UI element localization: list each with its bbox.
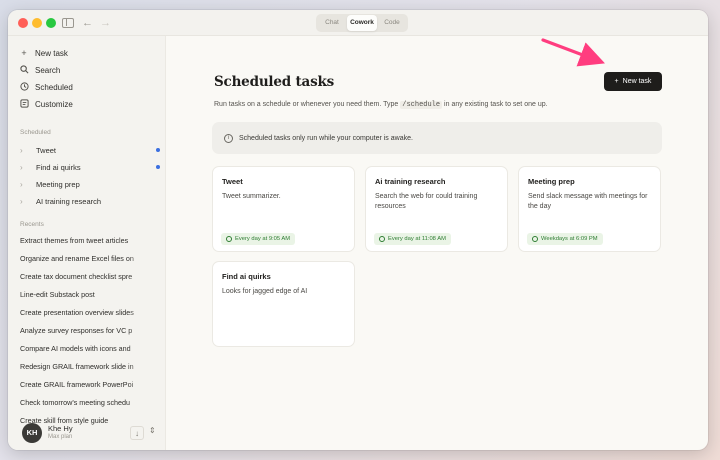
- subtitle-text: Run tasks on a schedule or whenever you …: [214, 101, 399, 108]
- new-task-button[interactable]: + New task: [604, 72, 662, 91]
- clock-icon: [226, 236, 232, 242]
- scheduled-item-label: AI training research: [36, 196, 102, 206]
- clock-icon: [18, 81, 30, 93]
- new-task-button-label: New task: [622, 78, 652, 85]
- card-title: Ai training research: [375, 177, 446, 186]
- chevron-up-down-icon[interactable]: ⇕: [149, 426, 156, 435]
- recent-item[interactable]: Compare AI models with icons and: [20, 341, 154, 357]
- scheduled-item-find-ai-quirks[interactable]: › Find ai quirks: [20, 159, 160, 175]
- task-card-find-ai-quirks[interactable]: Find ai quirks Looks for jagged edge of …: [212, 261, 355, 347]
- sidebar-item-scheduled[interactable]: Scheduled: [18, 79, 73, 95]
- recent-item[interactable]: Analyze survey responses for VC p: [20, 323, 154, 339]
- card-description: Search the web for could training resour…: [375, 193, 478, 210]
- close-window-button[interactable]: [18, 18, 28, 28]
- tab-code[interactable]: Code: [377, 15, 407, 31]
- recents-section-label: Recents: [20, 221, 44, 228]
- notice-text: Scheduled tasks only run while your comp…: [239, 134, 413, 142]
- card-description: Send slack message with meetings for the…: [528, 193, 648, 210]
- unread-dot: [156, 148, 160, 152]
- sidebar-item-search[interactable]: Search: [18, 62, 60, 78]
- recent-item[interactable]: Redesign GRAIL framework slide in: [20, 359, 154, 375]
- clock-icon: [532, 236, 538, 242]
- recent-item[interactable]: Create presentation overview slides: [20, 305, 154, 321]
- sidebar-item-customize[interactable]: Customize: [18, 96, 73, 112]
- unread-dot: [156, 165, 160, 169]
- chevron-right-icon: ›: [20, 145, 23, 155]
- minimize-window-button[interactable]: [32, 18, 42, 28]
- recent-item[interactable]: Check tomorrow's meeting schedu: [20, 395, 154, 411]
- scheduled-item-label: Find ai quirks: [36, 162, 81, 172]
- chevron-right-icon: ›: [20, 179, 23, 189]
- sidebar-toggle-icon[interactable]: [62, 18, 74, 28]
- main-content: Scheduled tasks + New task Run tasks on …: [166, 36, 708, 450]
- info-notice: i Scheduled tasks only run while your co…: [212, 122, 662, 154]
- task-card-ai-training-research[interactable]: Ai training research Search the web for …: [365, 166, 508, 252]
- scheduled-section-label: Scheduled: [20, 129, 51, 136]
- info-icon: i: [224, 133, 233, 143]
- user-plan: Max plan: [48, 434, 73, 440]
- sidebar-item-label: Search: [35, 65, 61, 75]
- scheduled-item-ai-training-research[interactable]: › AI training research: [20, 193, 160, 209]
- recent-item[interactable]: Create GRAIL framework PowerPoi: [20, 377, 154, 393]
- avatar: KH: [22, 423, 42, 443]
- recent-item[interactable]: Organize and rename Excel files on: [20, 251, 154, 267]
- sidebar: + New task Search Scheduled Customize Sc…: [8, 36, 166, 450]
- mode-switcher: Chat Cowork Code: [316, 14, 408, 32]
- card-description: Tweet summarizer.: [222, 193, 281, 200]
- schedule-text: Weekdays at 6:09 PM: [541, 236, 598, 242]
- sidebar-item-label: New task: [35, 48, 68, 58]
- recent-item[interactable]: Create tax document checklist spre: [20, 269, 154, 285]
- page-title: Scheduled tasks: [214, 74, 335, 90]
- tab-cowork[interactable]: Cowork: [347, 15, 377, 31]
- plus-icon: +: [614, 78, 619, 85]
- recent-item[interactable]: Line-edit Substack post: [20, 287, 154, 303]
- forward-arrow-icon[interactable]: →: [100, 15, 111, 31]
- schedule-badge: Every day at 11:08 AM: [374, 233, 451, 245]
- sidebar-item-label: Scheduled: [35, 82, 73, 92]
- customize-icon: [18, 98, 30, 110]
- scheduled-item-tweet[interactable]: › Tweet: [20, 142, 160, 158]
- card-title: Meeting prep: [528, 177, 575, 186]
- schedule-text: Every day at 11:08 AM: [388, 236, 446, 242]
- card-title: Find ai quirks: [222, 272, 271, 281]
- recent-item[interactable]: Extract themes from tweet articles: [20, 233, 154, 249]
- subtitle-text: in any existing task to set one up.: [444, 101, 548, 108]
- schedule-badge: Every day at 9:05 AM: [221, 233, 296, 245]
- card-title: Tweet: [222, 177, 243, 186]
- clock-icon: [379, 236, 385, 242]
- user-profile[interactable]: KH Khe Hy Max plan ↓ ⇕: [18, 420, 163, 446]
- card-description: Looks for jagged edge of AI: [222, 288, 308, 295]
- chevron-right-icon: ›: [20, 162, 23, 172]
- sidebar-item-label: Customize: [35, 99, 73, 109]
- back-arrow-icon[interactable]: ←: [82, 15, 93, 31]
- chevron-right-icon: ›: [20, 196, 23, 206]
- plus-icon: +: [21, 48, 27, 58]
- schedule-badge: Weekdays at 6:09 PM: [527, 233, 603, 245]
- title-bar: ← → Chat Cowork Code: [8, 10, 708, 36]
- user-name: Khe Hy: [48, 424, 73, 433]
- scheduled-item-label: Tweet: [36, 145, 57, 155]
- schedule-text: Every day at 9:05 AM: [235, 236, 291, 242]
- search-icon: [18, 64, 30, 76]
- zoom-window-button[interactable]: [46, 18, 56, 28]
- schedule-command: /schedule: [400, 101, 443, 109]
- page-subtitle: Run tasks on a schedule or whenever you …: [214, 101, 548, 109]
- download-icon[interactable]: ↓: [130, 426, 144, 440]
- scheduled-item-label: Meeting prep: [36, 179, 80, 189]
- scheduled-item-meeting-prep[interactable]: › Meeting prep: [20, 176, 160, 192]
- sidebar-item-new-task[interactable]: + New task: [18, 45, 68, 61]
- task-card-meeting-prep[interactable]: Meeting prep Send slack message with mee…: [518, 166, 661, 252]
- app-window: ← → Chat Cowork Code + New task Search S…: [8, 10, 708, 450]
- tab-chat[interactable]: Chat: [317, 15, 347, 31]
- task-card-tweet[interactable]: Tweet Tweet summarizer. Every day at 9:0…: [212, 166, 355, 252]
